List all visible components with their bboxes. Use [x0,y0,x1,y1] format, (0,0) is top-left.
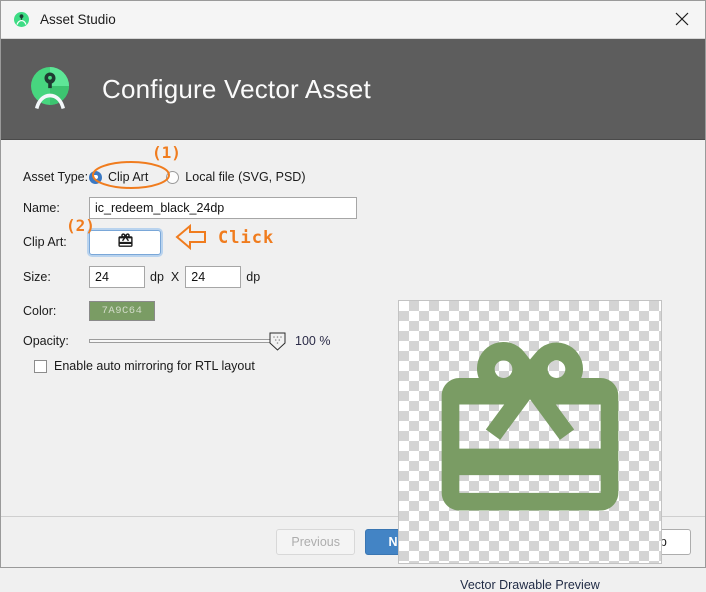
radio-local-file[interactable]: Local file (SVG, PSD) [166,170,305,184]
size-separator: X [170,270,180,284]
size-row: Size: dp X dp [23,260,373,294]
opacity-label: Opacity: [23,334,69,348]
close-icon[interactable] [659,1,705,37]
android-studio-logo [23,62,77,116]
dialog-content: Asset Type: Clip Art Local file (SVG, PS… [1,140,705,592]
size-label: Size: [23,270,51,284]
clip-art-picker-button[interactable] [89,229,161,255]
opacity-slider-area: 100 % [89,332,373,351]
asset-type-row: Asset Type: Clip Art Local file (SVG, PS… [23,162,373,192]
annotation-step-one: (1) [152,143,181,162]
preview-caption: Vector Drawable Preview [460,578,600,592]
rtl-mirroring-checkbox-box[interactable] [34,359,47,373]
annotation-click-label: Click [218,228,275,248]
dialog-header: Configure Vector Asset [1,39,705,140]
radio-clip-art[interactable]: Clip Art [89,170,148,184]
android-studio-icon [13,11,30,28]
color-label: Color: [23,303,57,318]
opacity-value: 100 % [295,334,331,348]
radio-local-file-label: Local file (SVG, PSD) [185,170,306,184]
opacity-slider-thumb[interactable] [269,332,286,351]
title-bar: Asset Studio [1,1,705,39]
name-label: Name: [23,201,60,215]
preview-redeem-gift-icon [424,325,636,540]
color-row: Color: 7A9C64 [23,294,373,327]
configure-form: Asset Type: Clip Art Local file (SVG, PS… [23,162,373,373]
radio-clip-art-indicator[interactable] [89,170,102,184]
window-title: Asset Studio [40,12,116,27]
clip-art-label: Clip Art: [23,235,67,249]
color-swatch-button[interactable]: 7A9C64 [89,300,155,321]
size-width-unit: dp [150,270,164,284]
asset-studio-dialog: Asset Studio Configure Vector Asset Asse… [0,0,706,592]
redeem-gift-icon [117,232,134,252]
name-input[interactable] [89,197,357,219]
size-width-input[interactable] [89,266,145,288]
opacity-slider-track[interactable] [89,332,286,351]
color-hex-value: 7A9C64 [101,304,143,317]
previous-button[interactable]: Previous [276,529,355,555]
asset-type-label: Asset Type: [23,170,89,184]
preview-panel: Vector Drawable Preview [398,300,662,592]
size-height-input[interactable] [185,266,242,288]
vector-preview-canvas [398,300,662,564]
opacity-row: Opacity: 100 % [23,327,373,355]
radio-clip-art-label: Clip Art [108,170,149,184]
rtl-mirroring-label: Enable auto mirroring for RTL layout [54,359,255,373]
size-height-unit: dp [246,270,261,284]
rtl-mirroring-checkbox[interactable]: Enable auto mirroring for RTL layout [34,359,373,373]
page-title: Configure Vector Asset [102,73,371,104]
radio-local-file-indicator[interactable] [166,170,180,184]
annotation-step-two: (2) [66,216,95,235]
